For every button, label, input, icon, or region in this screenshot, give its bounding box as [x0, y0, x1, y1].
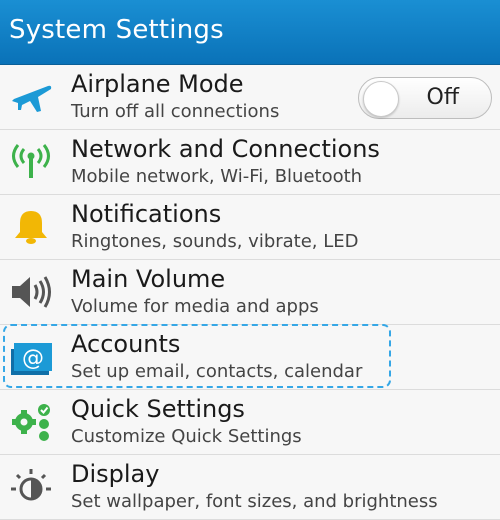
quick-settings-icon	[8, 402, 54, 442]
settings-item-main-volume[interactable]: Main Volume Volume for media and apps	[0, 260, 500, 325]
bell-icon	[8, 207, 54, 247]
settings-item-label: Display	[71, 460, 160, 488]
airplane-icon	[8, 77, 54, 117]
title-bar: System Settings	[0, 0, 500, 65]
settings-item-subtitle: Set wallpaper, font sizes, and brightnes…	[71, 491, 438, 512]
settings-item-label: Airplane Mode	[71, 70, 244, 98]
settings-item-display[interactable]: Display Set wallpaper, font sizes, and b…	[0, 455, 500, 520]
settings-item-subtitle: Turn off all connections	[71, 101, 280, 122]
settings-item-label: Notifications	[71, 200, 222, 228]
settings-item-subtitle: Customize Quick Settings	[71, 426, 302, 447]
toggle-knob[interactable]	[363, 81, 399, 117]
settings-item-label: Network and Connections	[71, 135, 380, 163]
settings-item-label: Quick Settings	[71, 395, 245, 423]
settings-item-quick-settings[interactable]: Quick Settings Customize Quick Settings	[0, 390, 500, 455]
antenna-icon	[8, 142, 54, 182]
settings-item-subtitle: Ringtones, sounds, vibrate, LED	[71, 231, 359, 252]
settings-item-label: Main Volume	[71, 265, 226, 293]
settings-item-subtitle: Volume for media and apps	[71, 296, 319, 317]
speaker-icon	[8, 272, 54, 312]
brightness-icon	[8, 467, 54, 507]
focus-highlight	[3, 324, 391, 388]
toggle-state-label: Off	[426, 85, 459, 110]
settings-list: Airplane Mode Turn off all connections O…	[0, 65, 500, 520]
settings-item-network[interactable]: Network and Connections Mobile network, …	[0, 130, 500, 195]
settings-item-subtitle: Mobile network, Wi-Fi, Bluetooth	[71, 166, 363, 187]
page-title: System Settings	[9, 15, 224, 45]
settings-item-notifications[interactable]: Notifications Ringtones, sounds, vibrate…	[0, 195, 500, 260]
settings-item-airplane-mode[interactable]: Airplane Mode Turn off all connections O…	[0, 65, 500, 130]
airplane-mode-toggle[interactable]: Off	[358, 77, 492, 119]
